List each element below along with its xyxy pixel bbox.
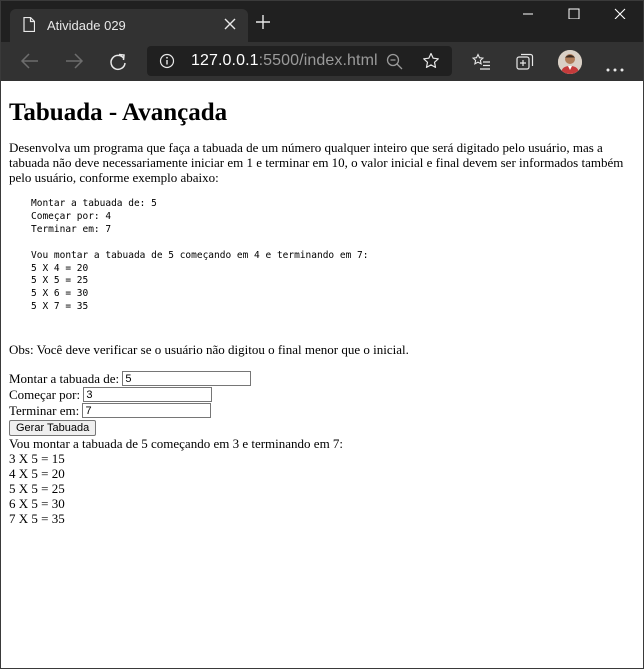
maximize-icon[interactable] bbox=[551, 7, 597, 27]
forward-icon[interactable] bbox=[64, 52, 84, 75]
description-text: Desenvolva um programa que faça a tabuad… bbox=[9, 140, 624, 185]
result-line: 7 X 5 = 35 bbox=[9, 511, 65, 527]
example-block: Montar a tabuada de: 5 Começar por: 4 Te… bbox=[31, 198, 369, 313]
page-title: Tabuada - Avançada bbox=[9, 99, 228, 126]
minimize-icon[interactable] bbox=[505, 7, 551, 27]
url-path: :5500/index.html bbox=[258, 52, 378, 69]
url-host: 127.0.0.1 bbox=[191, 52, 259, 69]
page-content: Tabuada - Avançada Desenvolva um program… bbox=[1, 81, 643, 668]
result-area: Vou montar a tabuada de 5 começando em 3… bbox=[9, 436, 635, 526]
result-line: 4 X 5 = 20 bbox=[9, 466, 65, 482]
result-line: 3 X 5 = 15 bbox=[9, 451, 65, 467]
title-bar: Atividade 029 bbox=[1, 1, 643, 42]
address-bar[interactable]: 127.0.0.1:5500/index.html bbox=[147, 46, 452, 76]
browser-window: Atividade 029 127.0.0.1:5500/index.html … bbox=[0, 0, 644, 669]
refresh-icon[interactable] bbox=[108, 52, 128, 77]
new-tab-icon[interactable] bbox=[255, 14, 271, 35]
gerar-tabuada-button[interactable]: Gerar Tabuada bbox=[9, 420, 97, 437]
browser-tab[interactable]: Atividade 029 bbox=[10, 9, 248, 42]
inicio-input[interactable] bbox=[83, 387, 213, 403]
add-favorite-icon[interactable] bbox=[422, 52, 440, 75]
fim-input[interactable] bbox=[82, 403, 212, 419]
address-toolbar: 127.0.0.1:5500/index.html bbox=[1, 42, 643, 81]
back-icon[interactable] bbox=[20, 52, 40, 75]
obs-text: Obs: Você deve verificar se o usuário nã… bbox=[9, 342, 409, 358]
label-numero: Montar a tabuada de: bbox=[9, 371, 120, 387]
info-icon[interactable] bbox=[159, 53, 175, 74]
zoom-out-icon[interactable] bbox=[386, 53, 403, 75]
tab-title: Atividade 029 bbox=[47, 18, 126, 33]
label-inicio: Começar por: bbox=[9, 387, 81, 403]
profile-avatar[interactable] bbox=[558, 50, 582, 74]
tabuada-form: Montar a tabuada de: Começar por: Termin… bbox=[9, 371, 635, 437]
url-text[interactable]: 127.0.0.1:5500/index.html bbox=[191, 52, 378, 70]
row-inicio: Começar por: bbox=[9, 387, 635, 403]
close-window-icon[interactable] bbox=[597, 7, 643, 27]
result-header: Vou montar a tabuada de 5 começando em 3… bbox=[9, 436, 344, 452]
favorites-icon[interactable] bbox=[471, 52, 491, 77]
close-tab-icon[interactable] bbox=[223, 17, 237, 34]
collections-icon[interactable] bbox=[515, 52, 535, 77]
page-icon bbox=[23, 16, 36, 35]
result-line: 6 X 5 = 30 bbox=[9, 496, 65, 512]
row-fim: Terminar em: bbox=[9, 403, 635, 419]
result-line: 5 X 5 = 25 bbox=[9, 481, 65, 497]
label-fim: Terminar em: bbox=[9, 403, 80, 419]
row-numero: Montar a tabuada de: bbox=[9, 371, 635, 387]
numero-input[interactable] bbox=[122, 371, 252, 387]
more-options-icon[interactable] bbox=[606, 59, 624, 77]
